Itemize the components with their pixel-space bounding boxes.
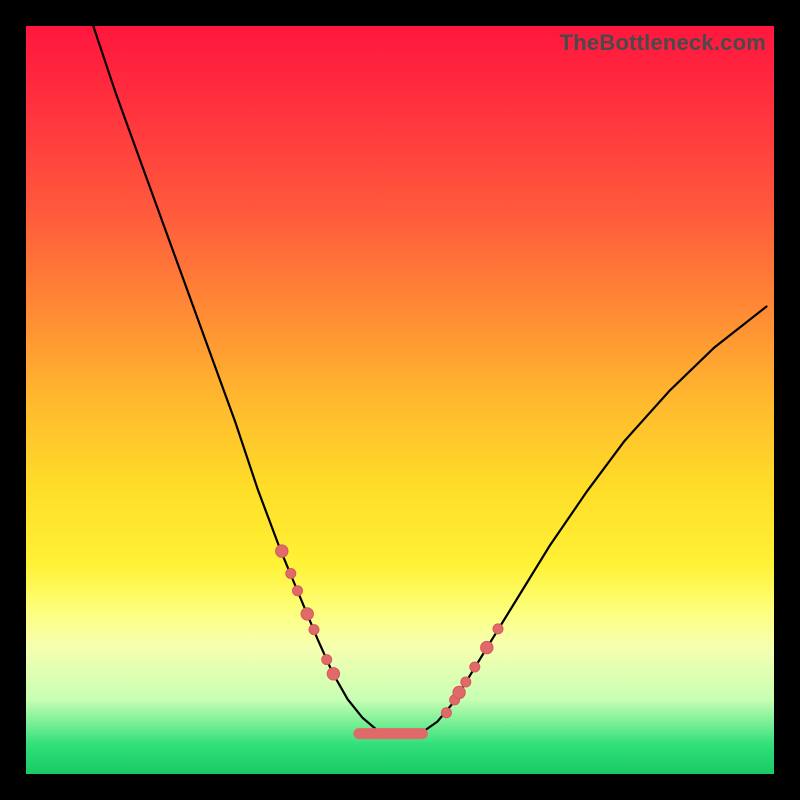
bottleneck-curve — [26, 26, 774, 774]
chart-frame: TheBottleneck.com — [0, 0, 800, 800]
marker-dot — [309, 625, 319, 635]
marker-dot — [286, 569, 296, 579]
marker-dot — [493, 624, 503, 634]
marker-dot — [293, 586, 303, 596]
marker-dot — [327, 668, 339, 680]
curve-path — [93, 26, 766, 737]
marker-dot — [276, 545, 288, 557]
marker-dot — [453, 686, 465, 698]
marker-dot — [461, 677, 471, 687]
marker-dot — [301, 608, 313, 620]
marker-group — [276, 545, 503, 718]
marker-dot — [481, 641, 493, 653]
marker-dot — [470, 662, 480, 672]
plot-area: TheBottleneck.com — [26, 26, 774, 774]
marker-dot — [441, 708, 451, 718]
marker-dot — [322, 655, 332, 665]
